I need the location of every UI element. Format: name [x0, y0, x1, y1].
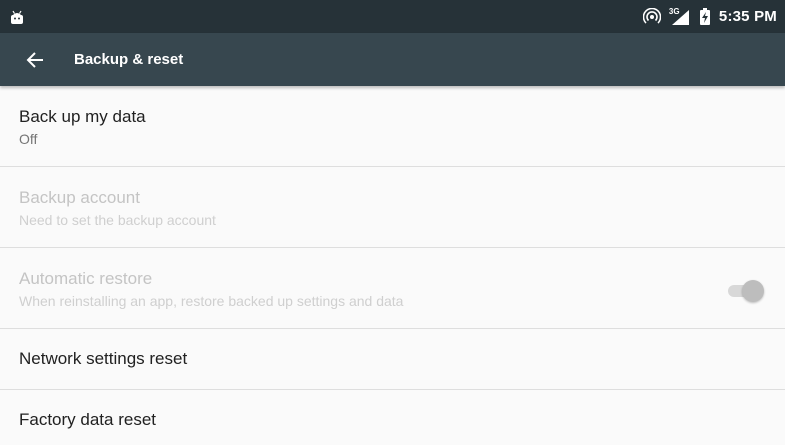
battery-icon [699, 8, 711, 25]
switch-thumb [742, 280, 764, 302]
back-button[interactable] [0, 33, 58, 86]
status-time: 5:35 PM [718, 8, 777, 25]
page-title: Backup & reset [74, 51, 184, 68]
signal-icon: 3G [668, 6, 691, 26]
setting-title: Back up my data [19, 107, 146, 126]
setting-factory-data-reset[interactable]: Factory data reset [0, 390, 785, 445]
setting-title: Backup account [19, 188, 140, 207]
status-bar: 3G 5:35 PM [0, 0, 785, 33]
setting-backup-account[interactable]: Backup account Need to set the backup ac… [0, 167, 785, 248]
setting-summary: When reinstalling an app, restore backed… [19, 293, 404, 309]
setting-title: Automatic restore [19, 269, 153, 288]
setting-summary: Need to set the backup account [19, 212, 216, 228]
network-type-label: 3G [668, 6, 680, 16]
setting-title: Factory data reset [19, 410, 157, 429]
automatic-restore-switch[interactable] [726, 280, 766, 302]
app-toolbar: Backup & reset [0, 33, 785, 86]
setting-network-settings-reset[interactable]: Network settings reset [0, 329, 785, 390]
setting-summary: Off [19, 131, 38, 147]
hotspot-icon [642, 7, 661, 26]
setting-title: Network settings reset [19, 349, 188, 368]
setting-automatic-restore[interactable]: Automatic restore When reinstalling an a… [0, 248, 785, 329]
setting-back-up-my-data[interactable]: Back up my data Off [0, 86, 785, 167]
arrow-back-icon [25, 50, 45, 70]
settings-list: Back up my data Off Backup account Need … [0, 86, 785, 445]
android-icon [10, 10, 24, 24]
